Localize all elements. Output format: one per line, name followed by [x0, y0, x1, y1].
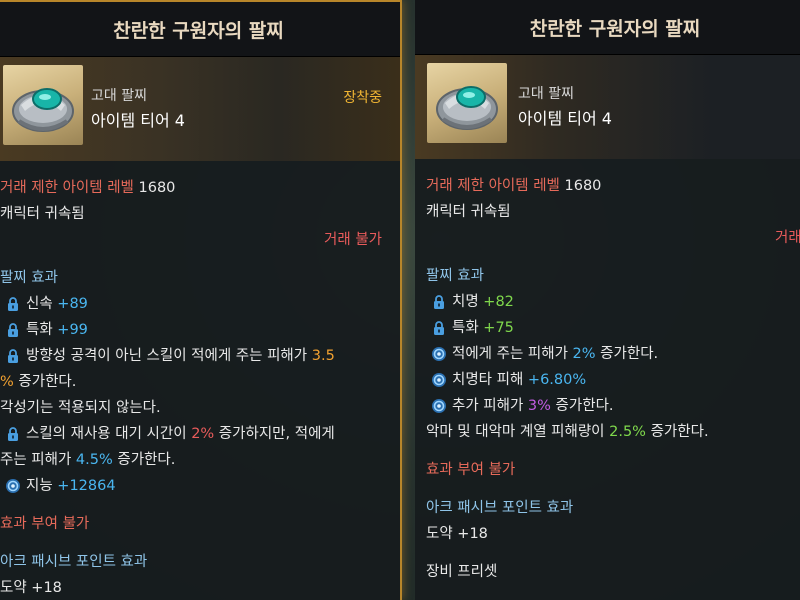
item-type: 고대 팔찌: [518, 86, 574, 102]
item-header: 고대 팔찌 아이템 티어 4: [415, 55, 800, 159]
swirl-icon: [426, 341, 452, 367]
lock-icon: [0, 421, 26, 447]
trade-level-row: 거래 제한 아이템 레벨 1680: [426, 178, 602, 194]
effect-row: 적에게 주는 피해가 2% 증가한다.: [426, 341, 800, 367]
swirl-icon: [0, 473, 26, 499]
effect-row: 치명타 피해 +6.80%: [426, 367, 800, 393]
equipment-preset: 장비 프리셋: [426, 564, 498, 580]
item-header: 고대 팔찌 아이템 티어 4 장착중: [0, 57, 400, 161]
equipped-badge: 장착중: [343, 90, 382, 106]
effect-row: 신속 +89: [0, 291, 400, 317]
item-tier: 아이템 티어 4: [518, 109, 612, 128]
ark-passive-title: 아크 패시브 포인트 효과: [0, 554, 148, 570]
effect-continued: % 증가한다.: [0, 374, 77, 390]
swirl-icon: [426, 367, 452, 393]
bound-text: 캐릭터 귀속됨: [426, 204, 511, 220]
item-body: 거래 제한 아이템 레벨 1680 캐릭터 귀속됨 거래 불가 팔찌 효과 신속…: [0, 161, 400, 600]
item-type: 고대 팔찌: [91, 88, 147, 104]
lock-icon: [0, 343, 26, 369]
effect-row: 악마 및 대악마 계열 피해량이 2.5% 증가한다.: [426, 424, 709, 440]
lock-icon: [0, 317, 26, 343]
effect-row: 치명 +82: [426, 289, 800, 315]
effect-note: 각성기는 적용되지 않는다.: [0, 400, 161, 416]
swirl-icon: [426, 393, 452, 419]
no-enchant: 효과 부여 불가: [0, 516, 90, 532]
right-item-tooltip: 찬란한 구원자의 팔찌 고대 팔찌 아이템 티어 4 거래 제한 아이템 레벨 …: [415, 0, 800, 600]
ark-passive-value: 도약 +18: [0, 580, 62, 596]
lock-icon: [426, 315, 452, 341]
trade-unavailable: 거래 불가: [324, 232, 382, 248]
effect-row: 추가 피해가 3% 증가한다.: [426, 393, 800, 419]
lock-icon: [0, 291, 26, 317]
effects-title: 팔찌 효과: [426, 268, 484, 284]
trade-unavailable: 거래 불가: [775, 230, 800, 246]
effect-row: 방향성 공격이 아닌 스킬이 적에게 주는 피해가 3.5: [0, 343, 400, 369]
bound-text: 캐릭터 귀속됨: [0, 206, 85, 222]
effect-row: 특화 +75: [426, 315, 800, 341]
item-tier: 아이템 티어 4: [91, 111, 185, 130]
no-enchant: 효과 부여 불가: [426, 462, 516, 478]
ark-passive-title: 아크 패시브 포인트 효과: [426, 500, 574, 516]
bracelet-icon: [427, 63, 507, 143]
bracelet-icon: [3, 65, 83, 145]
effect-row: 지능 +12864: [0, 473, 400, 499]
effect-row: 특화 +99: [0, 317, 400, 343]
ark-passive-value: 도약 +18: [426, 526, 488, 542]
item-title: 찬란한 구원자의 팔찌: [415, 0, 800, 55]
trade-level-row: 거래 제한 아이템 레벨 1680: [0, 180, 176, 196]
effect-row: 스킬의 재사용 대기 시간이 2% 증가하지만, 적에게: [0, 421, 400, 447]
item-body: 거래 제한 아이템 레벨 1680 캐릭터 귀속됨 거래 불가 팔찌 효과 치명…: [415, 159, 800, 585]
effect-continued: 주는 피해가 4.5% 증가한다.: [0, 452, 176, 468]
effects-title: 팔찌 효과: [0, 270, 58, 286]
item-title: 찬란한 구원자의 팔찌: [0, 0, 400, 57]
lock-icon: [426, 289, 452, 315]
left-item-tooltip: 찬란한 구원자의 팔찌 고대 팔찌 아이템 티어 4 장착중 거래 제한 아이템…: [0, 0, 402, 600]
